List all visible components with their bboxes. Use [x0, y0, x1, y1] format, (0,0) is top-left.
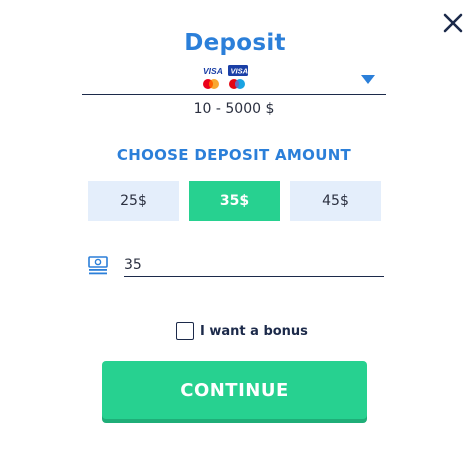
visa-logo: VISA [203, 66, 223, 76]
payment-method-select[interactable]: VISA VISA [82, 62, 386, 95]
chevron-down-icon[interactable] [361, 69, 375, 88]
dialog-title: Deposit [184, 30, 286, 56]
amount-heading: CHOOSE DEPOSIT AMOUNT [116, 146, 352, 164]
visa-text: VISA [203, 66, 223, 76]
deposit-range: 10 - 5000 $ [193, 101, 275, 117]
money-icon [88, 255, 108, 275]
maestro-logo [229, 79, 245, 89]
card-logos: VISA VISA [202, 64, 250, 92]
visa-electron-logo: VISA [228, 65, 248, 76]
amount-option-45[interactable]: 45$ [290, 181, 381, 221]
continue-button[interactable]: CONTINUE [102, 361, 367, 419]
amount-option-35[interactable]: 35$ [189, 181, 280, 221]
deposit-dialog: Deposit VISA VISA 10 - 5000 $ CHOOSE DEP… [0, 0, 476, 456]
mastercard-logo [203, 79, 219, 89]
bonus-label: I want a bonus [200, 323, 308, 339]
visa-electron-text: VISA [231, 67, 249, 76]
amount-option-25[interactable]: 25$ [88, 181, 179, 221]
bonus-option[interactable]: I want a bonus [176, 321, 308, 341]
bonus-checkbox[interactable] [176, 322, 194, 340]
amount-input[interactable] [124, 254, 384, 277]
